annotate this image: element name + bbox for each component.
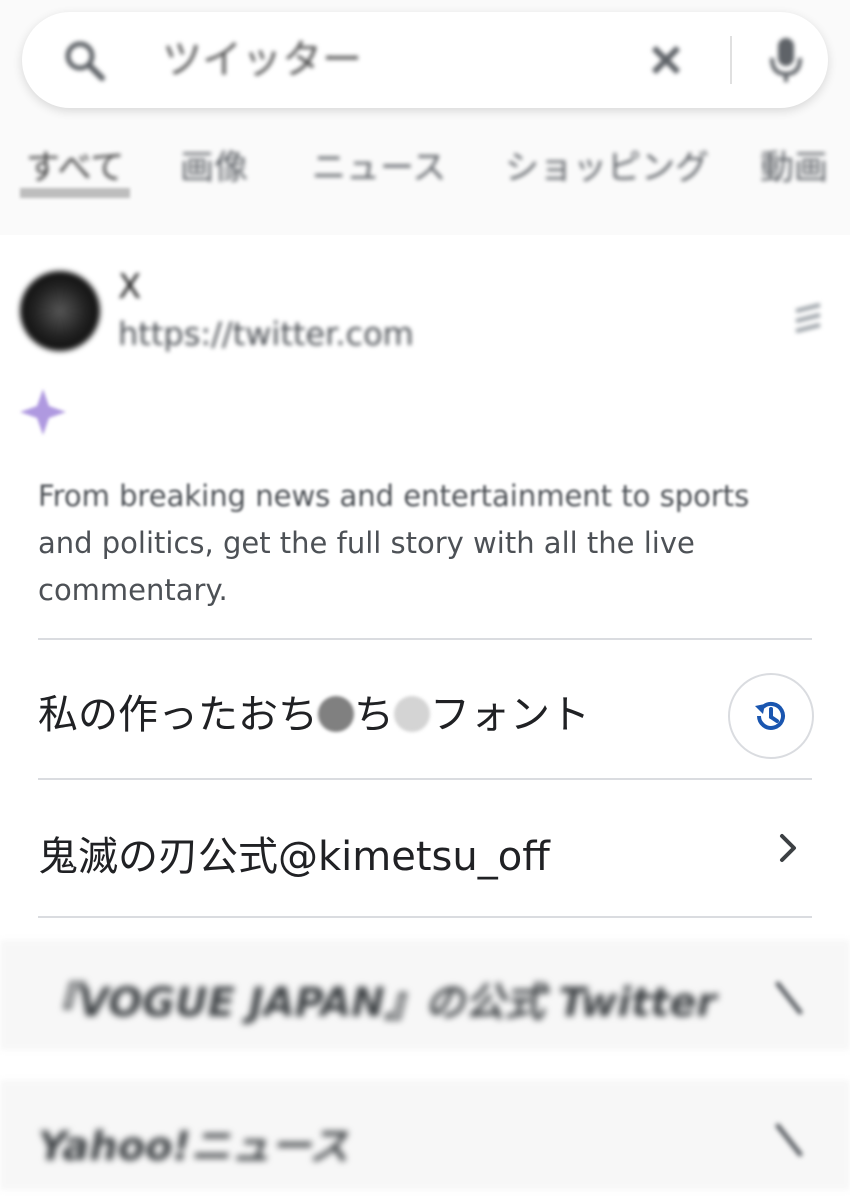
ai-sparkle-icon[interactable]: [16, 385, 70, 439]
suggestion-item[interactable]: 『VOGUE JAPAN』の公式 Twitter: [0, 918, 850, 1056]
search-tabs: すべて 画像 ニュース ショッピング 動画: [0, 132, 850, 202]
search-icon[interactable]: [62, 38, 106, 82]
search-input[interactable]: ツイッター: [162, 38, 362, 82]
redacted-mark: [394, 696, 430, 732]
history-button[interactable]: [728, 673, 814, 759]
suggestion-item[interactable]: 私の作ったおちちフォント: [0, 640, 850, 778]
tab-all[interactable]: すべて: [26, 140, 124, 189]
chevron-right-icon[interactable]: [772, 828, 806, 868]
history-icon: [755, 701, 785, 730]
tab-active-indicator: [20, 188, 130, 198]
more-options-icon[interactable]: [790, 297, 826, 341]
tab-shopping[interactable]: ショッピング: [505, 140, 709, 189]
suggestion-text[interactable]: 鬼滅の刃公式@kimetsu_off: [38, 824, 550, 882]
tab-news[interactable]: ニュース: [312, 140, 446, 189]
search-results-page: ツイッター すべて 画像 ニュース ショッピング 動画 X https://tw…: [0, 0, 850, 1200]
suggestion-text[interactable]: 私の作ったおちちフォント: [38, 682, 590, 740]
search-header: ツイッター すべて 画像 ニュース ショッピング 動画: [0, 0, 850, 235]
tab-images[interactable]: 画像: [180, 140, 248, 189]
result-snippet: From breaking news and entertainment to …: [38, 473, 798, 614]
redacted-mark: [318, 696, 354, 732]
snippet-line: and politics, get the full story with al…: [38, 526, 695, 560]
suggestion-text[interactable]: Yahoo!ニュース: [38, 1114, 349, 1172]
suggestion-text[interactable]: 『VOGUE JAPAN』の公式 Twitter: [38, 970, 716, 1028]
suggestion-item[interactable]: 鬼滅の刃公式@kimetsu_off: [0, 780, 850, 918]
suggestion-text-part: ち: [354, 692, 394, 738]
snippet-line: From breaking news and entertainment to …: [38, 479, 750, 513]
suggestion-item[interactable]: Yahoo!ニュース: [0, 1062, 850, 1200]
search-divider: [730, 36, 732, 84]
mic-icon[interactable]: [762, 34, 810, 86]
x-logo-icon: [20, 271, 100, 351]
result-site-name[interactable]: X: [118, 267, 141, 307]
suggestion-text-part: 私の作ったおち: [38, 692, 318, 738]
tab-videos[interactable]: 動画: [760, 140, 828, 189]
snippet-line: commentary.: [38, 573, 228, 607]
chevron-right-icon[interactable]: [772, 1120, 806, 1160]
chevron-right-icon[interactable]: [772, 978, 806, 1018]
suggestion-text-part: フォント: [430, 692, 590, 738]
clear-icon[interactable]: [644, 38, 688, 82]
search-result-card[interactable]: X https://twitter.com From breaking news…: [0, 235, 850, 655]
result-url[interactable]: https://twitter.com: [118, 315, 414, 353]
search-bar[interactable]: ツイッター: [22, 12, 828, 108]
